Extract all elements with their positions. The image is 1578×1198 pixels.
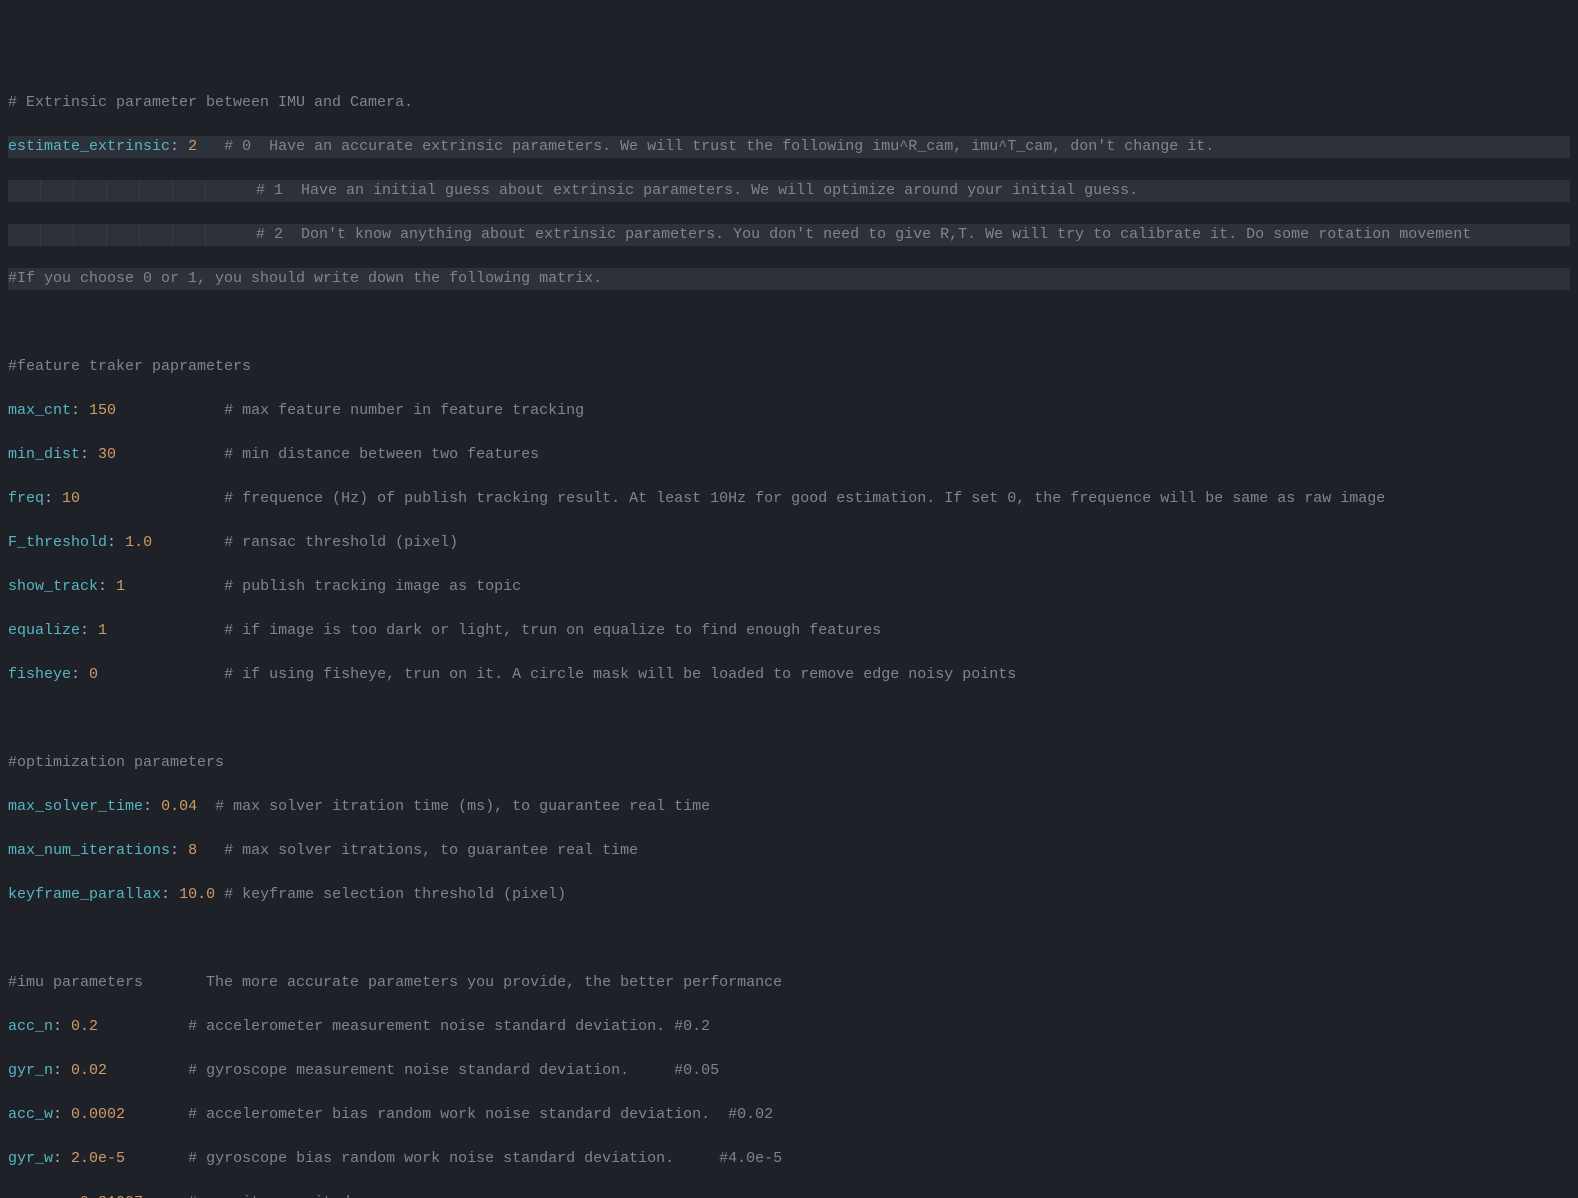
yaml-key: freq	[8, 490, 44, 507]
yaml-value: 1	[116, 578, 125, 595]
code-line: keyframe_parallax: 10.0 # keyframe selec…	[8, 884, 1570, 906]
comment-text: # 2 Don't know anything about extrinsic …	[256, 226, 1471, 243]
code-line: #feature traker paprameters	[8, 356, 1570, 378]
yaml-key: min_dist	[8, 446, 80, 463]
yaml-key: fisheye	[8, 666, 71, 683]
code-line: # 2 Don't know anything about extrinsic …	[8, 224, 1570, 246]
comment-text: # frequence (Hz) of publish tracking res…	[224, 490, 1385, 507]
yaml-value: 0.0002	[71, 1106, 125, 1123]
code-line: show_track: 1 # publish tracking image a…	[8, 576, 1570, 598]
yaml-value: 1	[98, 622, 107, 639]
yaml-value: 10	[62, 490, 80, 507]
yaml-key: max_solver_time	[8, 798, 143, 815]
yaml-key: equalize	[8, 622, 80, 639]
yaml-key: acc_w	[8, 1106, 53, 1123]
yaml-value: 8	[188, 842, 197, 859]
comment-text: # ransac threshold (pixel)	[224, 534, 458, 551]
comment-text: # accelerometer measurement noise standa…	[188, 1018, 710, 1035]
comment-text: # accelerometer bias random work noise s…	[188, 1106, 773, 1123]
code-line: max_cnt: 150 # max feature number in fea…	[8, 400, 1570, 422]
code-line: # Extrinsic parameter between IMU and Ca…	[8, 92, 1570, 114]
code-line: acc_w: 0.0002 # accelerometer bias rando…	[8, 1104, 1570, 1126]
yaml-value: 0.04	[161, 798, 197, 815]
code-line: gyr_w: 2.0e-5 # gyroscope bias random wo…	[8, 1148, 1570, 1170]
yaml-value: 2.0e-5	[71, 1150, 125, 1167]
yaml-value: 0.02	[71, 1062, 107, 1079]
comment-text: # max feature number in feature tracking	[224, 402, 584, 419]
comment-text: # if image is too dark or light, trun on…	[224, 622, 881, 639]
yaml-value: 9.81007	[80, 1194, 143, 1198]
code-line: g_norm: 9.81007 # gravity magnitude	[8, 1192, 1570, 1198]
code-line	[8, 708, 1570, 730]
yaml-key: show_track	[8, 578, 98, 595]
code-line: equalize: 1 # if image is too dark or li…	[8, 620, 1570, 642]
comment-text: # publish tracking image as topic	[224, 578, 521, 595]
comment-text: #imu parameters The more accurate parame…	[8, 974, 782, 991]
comment-text: # gyroscope measurement noise standard d…	[188, 1062, 719, 1079]
comment-text: # gravity magnitude	[188, 1194, 359, 1198]
comment-text: # max solver itrations, to guarantee rea…	[224, 842, 638, 859]
code-line: #imu parameters The more accurate parame…	[8, 972, 1570, 994]
code-line: # 1 Have an initial guess about extrinsi…	[8, 180, 1570, 202]
yaml-key: g_norm	[8, 1194, 62, 1198]
code-line: F_threshold: 1.0 # ransac threshold (pix…	[8, 532, 1570, 554]
yaml-value: 150	[89, 402, 116, 419]
code-line: min_dist: 30 # min distance between two …	[8, 444, 1570, 466]
yaml-key: gyr_w	[8, 1150, 53, 1167]
code-line: gyr_n: 0.02 # gyroscope measurement nois…	[8, 1060, 1570, 1082]
comment-text: # Extrinsic parameter between IMU and Ca…	[8, 94, 413, 111]
yaml-key: F_threshold	[8, 534, 107, 551]
yaml-value: 0.2	[71, 1018, 98, 1035]
yaml-value: 1.0	[125, 534, 152, 551]
code-line	[8, 312, 1570, 334]
code-line	[8, 928, 1570, 950]
comment-text: #If you choose 0 or 1, you should write …	[8, 270, 602, 287]
comment-text: # keyframe selection threshold (pixel)	[224, 886, 566, 903]
yaml-key: max_cnt	[8, 402, 71, 419]
yaml-key: keyframe_parallax	[8, 886, 161, 903]
yaml-key: max_num_iterations	[8, 842, 170, 859]
code-line: max_num_iterations: 8 # max solver itrat…	[8, 840, 1570, 862]
yaml-key: acc_n	[8, 1018, 53, 1035]
code-line: fisheye: 0 # if using fisheye, trun on i…	[8, 664, 1570, 686]
yaml-key: estimate_extrinsic	[8, 138, 170, 155]
yaml-value: 2	[188, 138, 197, 155]
yaml-value: 30	[98, 446, 116, 463]
comment-text: # gyroscope bias random work noise stand…	[188, 1150, 782, 1167]
comment-text: #feature traker paprameters	[8, 358, 251, 375]
code-line: freq: 10 # frequence (Hz) of publish tra…	[8, 488, 1570, 510]
comment-text: # max solver itration time (ms), to guar…	[215, 798, 710, 815]
comment-text: # min distance between two features	[224, 446, 539, 463]
code-line: acc_n: 0.2 # accelerometer measurement n…	[8, 1016, 1570, 1038]
yaml-value: 10.0	[179, 886, 215, 903]
code-line: #If you choose 0 or 1, you should write …	[8, 268, 1570, 290]
yaml-key: gyr_n	[8, 1062, 53, 1079]
comment-text: # 0 Have an accurate extrinsic parameter…	[224, 138, 1214, 155]
comment-text: # 1 Have an initial guess about extrinsi…	[256, 182, 1138, 199]
comment-text: # if using fisheye, trun on it. A circle…	[224, 666, 1016, 683]
code-line: estimate_extrinsic: 2 # 0 Have an accura…	[8, 136, 1570, 158]
code-line: max_solver_time: 0.04 # max solver itrat…	[8, 796, 1570, 818]
comment-text: #optimization parameters	[8, 754, 224, 771]
code-line: #optimization parameters	[8, 752, 1570, 774]
yaml-value: 0	[89, 666, 98, 683]
